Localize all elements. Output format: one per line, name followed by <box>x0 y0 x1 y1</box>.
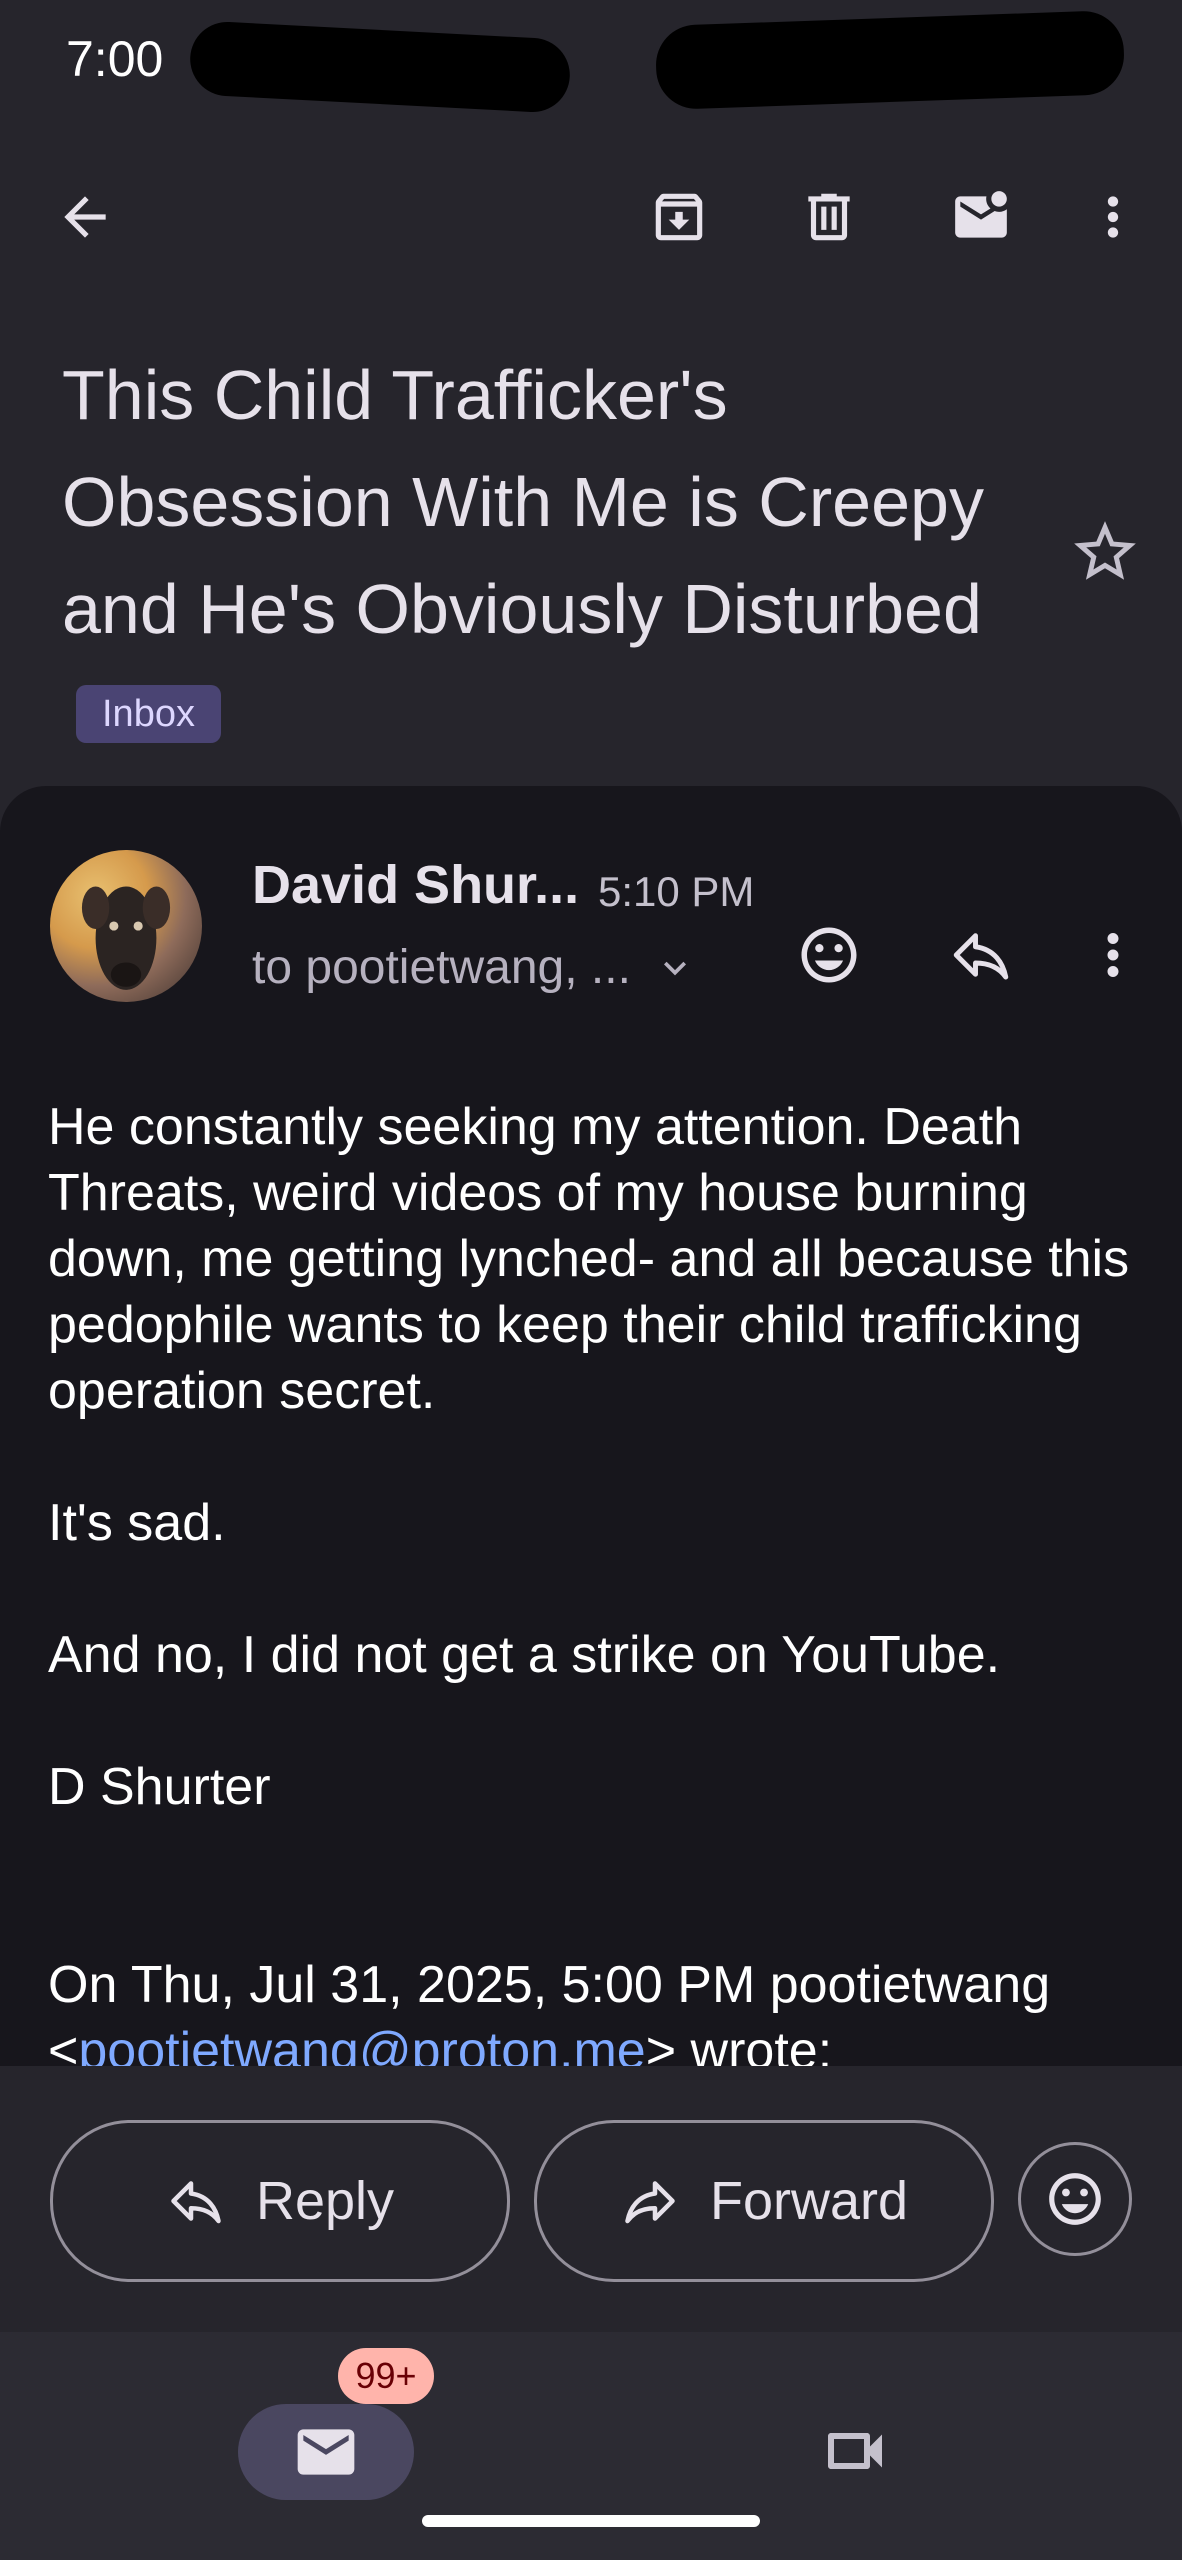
more-vertical-icon <box>1107 933 1119 977</box>
add-reaction-button[interactable] <box>784 910 874 1000</box>
dog-avatar-icon <box>81 886 171 990</box>
recipients-line[interactable]: to pootietwang, ... <box>252 940 697 995</box>
trash-icon <box>808 193 850 241</box>
mail-icon <box>297 2429 355 2475</box>
star-outline-icon <box>1074 521 1136 580</box>
message-body: He constantly seeking my attention. Deat… <box>48 1094 1148 2066</box>
mark-unread-button[interactable] <box>936 172 1026 262</box>
quote-close: > wrote: <box>645 2022 833 2066</box>
home-indicator[interactable] <box>422 2515 760 2527</box>
archive-button[interactable] <box>634 172 724 262</box>
chevron-down-icon <box>663 961 686 975</box>
reply-arrow-icon <box>171 2181 221 2224</box>
redaction-mark <box>188 20 572 114</box>
action-bar: Reply Forward <box>0 2066 1182 2332</box>
reply-icon-button[interactable] <box>936 910 1026 1000</box>
status-time: 7:00 <box>66 31 164 87</box>
signature: D Shurter <box>48 1758 271 1816</box>
forward-button[interactable]: Forward <box>534 2120 994 2282</box>
quote-header: On Thu, Jul 31, 2025, 5:00 PM pootietwan… <box>48 1956 1051 2014</box>
redaction-mark <box>654 9 1126 111</box>
quote-line: <pootietwang@proton.me> wrote: <box>48 2018 1148 2066</box>
nav-mail-tab[interactable] <box>238 2404 414 2500</box>
body-paragraph: And no, I did not get a strike on YouTub… <box>48 1626 1001 1684</box>
inbox-label-badge[interactable]: Inbox <box>76 684 221 743</box>
reply-icon <box>953 933 1009 980</box>
star-button[interactable] <box>1068 515 1142 589</box>
emoji-icon <box>801 927 857 983</box>
subject-text: This Child Trafficker's Obsession With M… <box>62 356 984 648</box>
emoji-icon <box>1049 2173 1101 2225</box>
delete-button[interactable] <box>784 172 874 262</box>
sender-name[interactable]: David Shur... <box>252 854 579 916</box>
message-time: 5:10 PM <box>598 868 755 915</box>
quote-open: < <box>48 2022 79 2066</box>
sender-avatar[interactable] <box>50 850 202 1002</box>
archive-icon <box>655 193 703 241</box>
reply-button[interactable]: Reply <box>50 2120 510 2282</box>
mail-unread-icon <box>955 191 1007 238</box>
body-paragraph: It's sad. <box>48 1494 226 1552</box>
quote-email-link[interactable]: pootietwang@proton.me <box>78 2022 645 2066</box>
recipients-text: to pootietwang, ... <box>252 941 631 994</box>
video-camera-icon <box>828 2433 882 2469</box>
more-vertical-icon <box>1107 196 1119 238</box>
arrow-left-icon <box>64 196 106 238</box>
status-bar: 7:00 <box>0 0 1182 120</box>
nav-meet-tab[interactable] <box>810 2406 900 2496</box>
message-card: David Shur... 5:10 PM to pootietwang, ..… <box>0 786 1182 2066</box>
body-paragraph: He constantly seeking my attention. Deat… <box>48 1098 1130 1420</box>
reply-label: Reply <box>255 2171 395 2231</box>
more-options-button[interactable] <box>1068 172 1158 262</box>
message-more-button[interactable] <box>1068 910 1158 1000</box>
back-button[interactable] <box>40 172 130 262</box>
forward-label: Forward <box>709 2171 909 2231</box>
email-subject: This Child Trafficker's Obsession With M… <box>62 342 1052 770</box>
react-emoji-button[interactable] <box>1018 2142 1132 2256</box>
forward-arrow-icon <box>625 2181 675 2224</box>
unread-count-badge: 99+ <box>338 2348 434 2404</box>
